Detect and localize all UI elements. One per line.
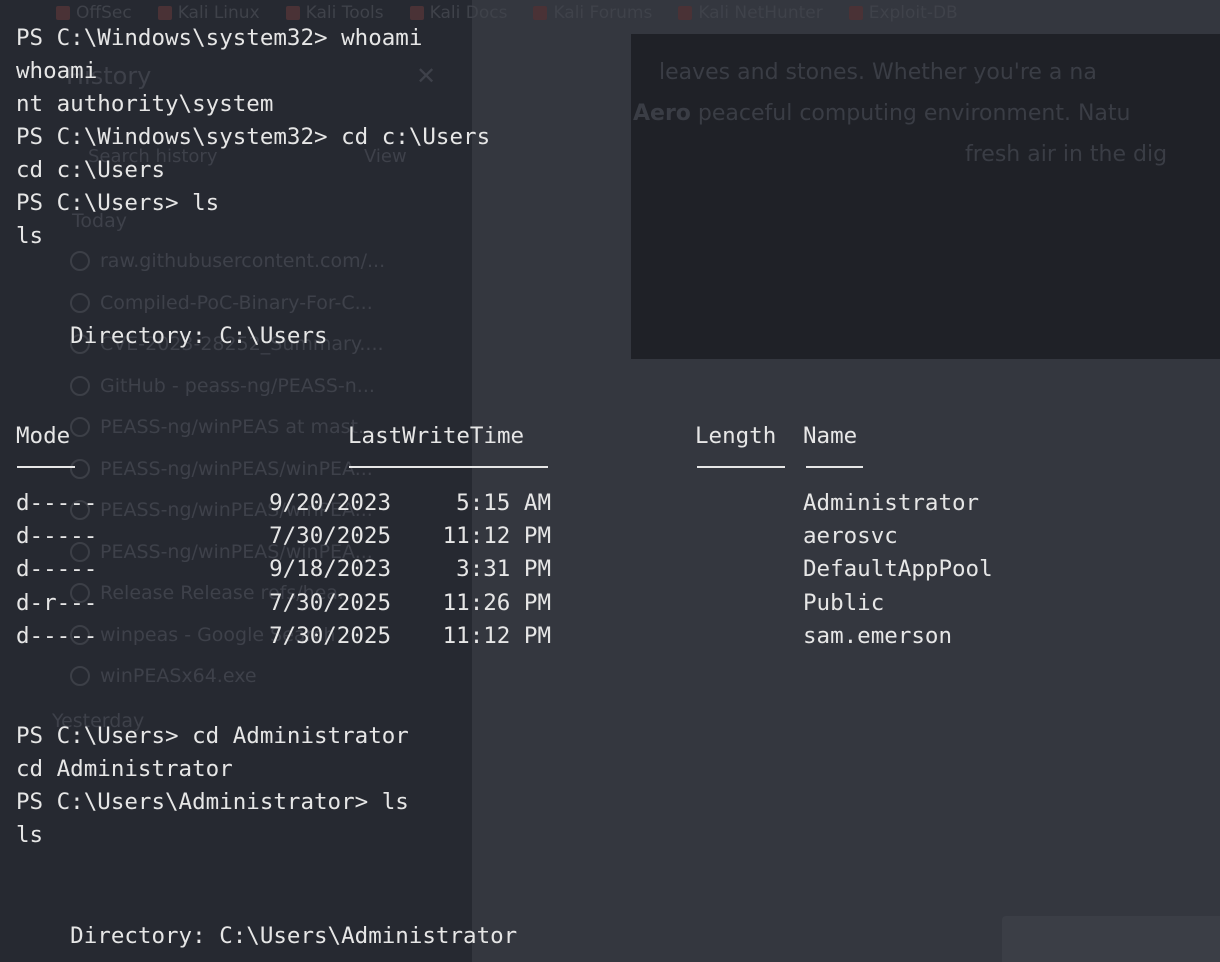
entry-date: 7/30/2025 (269, 589, 391, 616)
entry-name: Public (803, 589, 885, 616)
column-rule-name (806, 466, 863, 468)
entry-name: DefaultAppPool (803, 556, 993, 583)
entry-name: aerosvc (803, 523, 898, 550)
entry-mode: d----- (16, 523, 98, 550)
entry-time: 11:12 PM (442, 622, 551, 649)
column-header-lastwritetime: LastWriteTime (348, 423, 525, 449)
entry-date: 9/18/2023 (269, 556, 391, 583)
terminal-line-prompt-cd-admin: PS C:\Users> cd Administrator (16, 723, 409, 749)
column-header-length: Length (695, 423, 777, 449)
column-header-name: Name (803, 423, 858, 449)
column-header-mode: Mode (16, 423, 71, 449)
column-rule-mode (17, 466, 75, 468)
terminal-directory-heading-admin: Directory: C:\Users\Administrator (16, 923, 518, 949)
terminal-line-echo-ls-admin: ls (16, 822, 44, 848)
terminal-directory-heading: Directory: C:\Users (16, 323, 328, 349)
entry-date: 9/20/2023 (269, 490, 391, 516)
terminal-line-prompt-ls-admin: PS C:\Users\Administrator> ls (16, 789, 409, 815)
terminal-line-whoami-result: nt authority\system (16, 91, 274, 117)
desktop: OffSec Kali Linux Kali Tools Kali Docs Kali … (0, 0, 1220, 962)
terminal-line-echo-whoami: whoami (16, 58, 98, 84)
terminal-line-prompt-whoami: PS C:\Windows\system32> whoami (16, 25, 423, 51)
entry-mode: d----- (16, 556, 98, 583)
entry-name: sam.emerson (803, 622, 953, 649)
entry-time: 3:31 PM (456, 556, 551, 583)
column-rule-length (697, 466, 785, 468)
entry-mode: d----- (16, 490, 98, 516)
terminal-line-echo-cd-users: cd c:\Users (16, 157, 166, 183)
entry-time: 11:12 PM (442, 523, 551, 550)
terminal-line-prompt-ls: PS C:\Users> ls (16, 190, 220, 216)
terminal-line-echo-cd-admin: cd Administrator (16, 756, 233, 782)
entry-date: 7/30/2025 (269, 622, 391, 649)
terminal-output[interactable]: PS C:\Windows\system32> whoami whoami nt… (0, 0, 1220, 962)
terminal-line-prompt-cd-users: PS C:\Windows\system32> cd c:\Users (16, 124, 491, 150)
entry-mode: d----- (16, 622, 98, 649)
entry-date: 7/30/2025 (269, 523, 391, 550)
entry-time: 5:15 AM (456, 490, 551, 516)
entry-name: Administrator (803, 490, 980, 516)
entry-time: 11:26 PM (442, 589, 551, 616)
entry-mode: d-r--- (16, 589, 98, 616)
column-rule-lastwritetime (349, 466, 548, 468)
terminal-line-echo-ls: ls (16, 223, 44, 249)
